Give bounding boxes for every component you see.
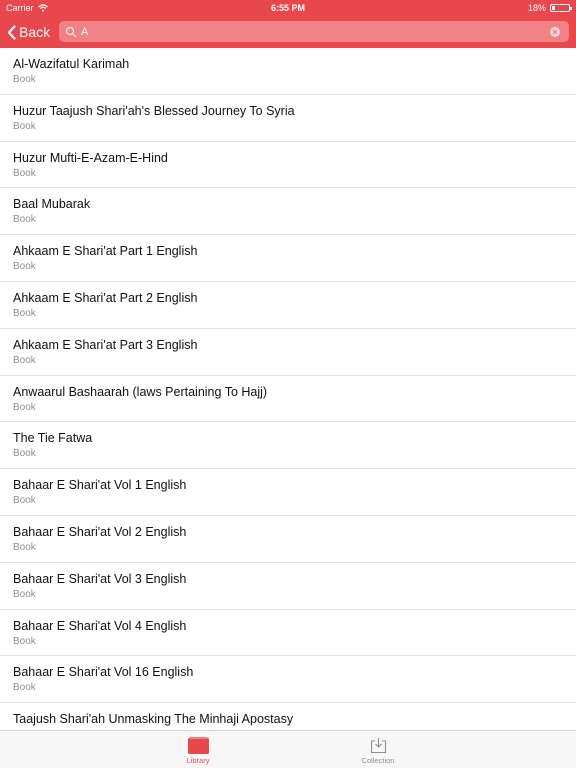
item-subtitle: Book [13, 307, 36, 319]
status-bar: Carrier 6:55 PM 18% [0, 0, 576, 16]
battery-tip [570, 7, 572, 10]
battery-icon [550, 4, 572, 12]
item-subtitle: Book [13, 261, 36, 273]
item-subtitle: Book [13, 167, 36, 179]
back-button[interactable]: Back [7, 21, 50, 43]
item-title: Ahkaam E Shari'at Part 1 English [13, 244, 198, 259]
item-subtitle: Book [13, 588, 36, 600]
item-title: Bahaar E Shari'at Vol 2 English [13, 524, 187, 539]
item-title: Baal Mubarak [13, 197, 91, 212]
list-item[interactable]: Bahaar E Shari'at Vol 4 English Book [0, 610, 576, 657]
item-title: Ahkaam E Shari'at Part 3 English [13, 337, 198, 352]
tab-library-label: Library [186, 756, 210, 765]
list-item[interactable]: Ahkaam E Shari'at Part 3 English Book [0, 329, 576, 376]
chevron-left-icon [7, 24, 16, 40]
item-subtitle: Book [13, 682, 36, 694]
list-item[interactable]: Anwaarul Bashaarah (laws Pertaining To H… [0, 376, 576, 423]
search-input[interactable] [81, 25, 550, 38]
item-title: Anwaarul Bashaarah (laws Pertaining To H… [13, 384, 268, 399]
results-list: Al-Wazifatul Karimah Book Huzur Taajush … [0, 48, 576, 730]
item-title: Bahaar E Shari'at Vol 4 English [13, 618, 187, 633]
item-subtitle: Book [13, 541, 36, 553]
item-subtitle: Book [13, 401, 36, 413]
item-subtitle: Book [13, 635, 36, 647]
list-item[interactable]: Al-Wazifatul Karimah Book [0, 48, 576, 95]
search-icon [65, 26, 77, 37]
list-item[interactable]: Bahaar E Shari'at Vol 3 English Book [0, 563, 576, 610]
navigation-bar: Back [0, 16, 576, 48]
status-time: 6:55 PM [270, 3, 305, 13]
item-title: Bahaar E Shari'at Vol 3 English [13, 571, 187, 586]
item-subtitle: Book [13, 354, 36, 366]
item-subtitle: Book [13, 495, 36, 507]
battery-fill [552, 6, 555, 10]
item-subtitle: Book [13, 448, 36, 460]
item-title: Bahaar E Shari'at Vol 1 English [13, 478, 187, 493]
list-item[interactable]: The Tie Fatwa Book [0, 422, 576, 470]
list-item[interactable]: Bahaar E Shari'at Vol 1 English Book [0, 469, 576, 516]
list-item[interactable]: Ahkaam E Shari'at Part 2 English Book [0, 282, 576, 329]
tab-collection[interactable]: Collection [328, 731, 428, 769]
item-title: Huzur Mufti-E-Azam-E-Hind [13, 150, 168, 165]
item-subtitle: Book [13, 74, 36, 85]
list-item[interactable]: Huzur Mufti-E-Azam-E-Hind Book [0, 142, 576, 189]
item-title: The Tie Fatwa [13, 431, 93, 446]
list-item[interactable]: Huzur Taajush Shari'ah's Blessed Journey… [0, 95, 576, 142]
item-subtitle: Book [13, 120, 36, 132]
item-title: Taajush Shari'ah Unmasking The Minhaji A… [13, 712, 294, 727]
item-title: Bahaar E Shari'at Vol 16 English [13, 665, 194, 680]
search-box[interactable] [59, 21, 569, 42]
library-icon [187, 737, 209, 754]
tab-collection-label: Collection [361, 756, 395, 765]
item-subtitle: Book [13, 214, 36, 226]
list-item[interactable]: Taajush Shari'ah Unmasking The Minhaji A… [0, 703, 576, 730]
item-title: Al-Wazifatul Karimah [13, 57, 130, 71]
back-label: Back [19, 24, 51, 40]
tab-library[interactable]: Library [148, 731, 248, 769]
item-title: Ahkaam E Shari'at Part 2 English [13, 290, 198, 305]
status-right: 18% [527, 3, 572, 13]
list-item[interactable]: Bahaar E Shari'at Vol 2 English Book [0, 516, 576, 563]
battery-percent: 18% [527, 3, 546, 13]
tab-bar: Library Collection [0, 730, 576, 768]
list-item[interactable]: Ahkaam E Shari'at Part 1 English Book [0, 235, 576, 282]
item-title: Huzur Taajush Shari'ah's Blessed Journey… [13, 103, 295, 118]
download-tray-icon [370, 738, 386, 754]
list-item[interactable]: Bahaar E Shari'at Vol 16 English Book [0, 656, 576, 704]
list-item[interactable]: Baal Mubarak Book [0, 188, 576, 236]
clear-search-icon[interactable] [550, 26, 560, 37]
